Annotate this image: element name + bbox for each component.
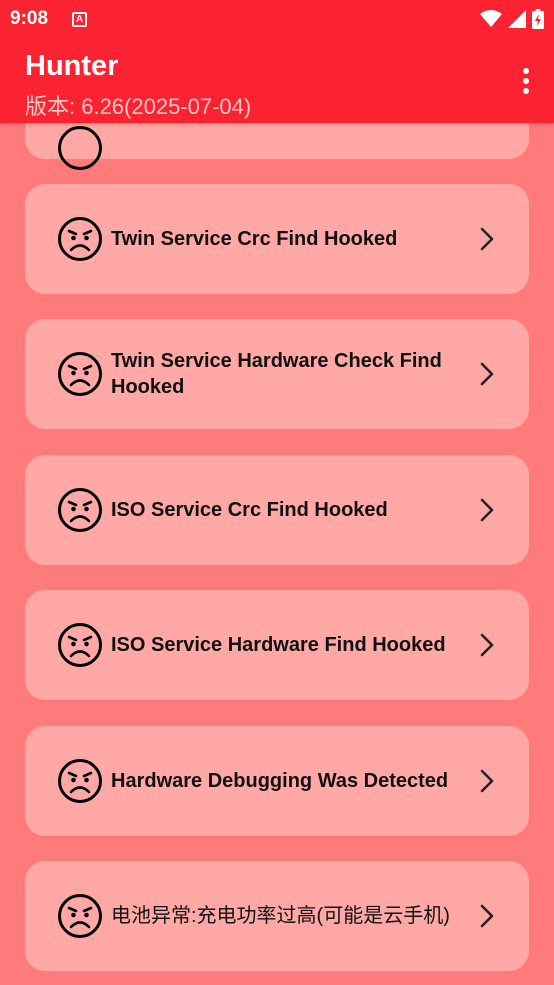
list-item-label: Twin Service Hardware Check Find Hooked <box>111 350 442 398</box>
list-item-label: ISO Service Crc Find Hooked <box>111 499 388 521</box>
battery-charging-icon <box>532 9 544 29</box>
status-time: 9:08 <box>10 8 49 29</box>
status-bar: 9:08 A <box>0 0 554 38</box>
list-item-label: Twin Service Crc Find Hooked <box>111 228 398 250</box>
list-item[interactable]: Hardware Debugging Was Detected <box>25 726 529 836</box>
app-version: 版本: 6.26(2025-07-04) <box>25 94 252 119</box>
sad-face-icon <box>58 894 102 938</box>
list-item[interactable]: ISO Service Crc Find Hooked <box>25 455 529 565</box>
list-item[interactable]: Twin Service Crc Find Hooked <box>25 184 529 294</box>
chevron-right-icon <box>480 769 494 793</box>
sad-face-icon <box>58 217 102 261</box>
sad-face-icon <box>58 759 102 803</box>
list-item-label: 电池异常:充电功率过高(可能是云手机) <box>111 905 450 927</box>
app-title: Hunter <box>25 50 119 82</box>
list-item[interactable] <box>25 123 529 170</box>
sad-face-icon <box>58 623 102 667</box>
overflow-menu-icon[interactable] <box>522 68 530 94</box>
notification-app-icon: A <box>72 11 88 27</box>
chevron-right-icon <box>480 904 494 928</box>
list-item[interactable]: ISO Service Hardware Find Hooked <box>25 590 529 700</box>
detection-list[interactable]: Twin Service Crc Find Hooked Twin Servic… <box>0 123 554 985</box>
chevron-right-icon <box>480 498 494 522</box>
chevron-right-icon <box>480 633 494 657</box>
list-item-label: ISO Service Hardware Find Hooked <box>111 634 446 656</box>
list-item[interactable]: 电池异常:充电功率过高(可能是云手机) <box>25 861 529 971</box>
signal-icon <box>508 10 526 28</box>
chevron-right-icon <box>480 362 494 386</box>
sad-face-icon <box>58 352 102 396</box>
chevron-right-icon <box>480 227 494 251</box>
sad-face-icon <box>58 488 102 532</box>
status-icons <box>480 9 544 29</box>
wifi-icon <box>480 10 502 27</box>
app-bar: Hunter 版本: 6.26(2025-07-04) <box>0 38 554 123</box>
list-item-label: Hardware Debugging Was Detected <box>111 770 449 792</box>
sad-face-icon <box>58 126 102 170</box>
list-item[interactable]: Twin Service Hardware Check Find Hooked <box>25 319 529 429</box>
